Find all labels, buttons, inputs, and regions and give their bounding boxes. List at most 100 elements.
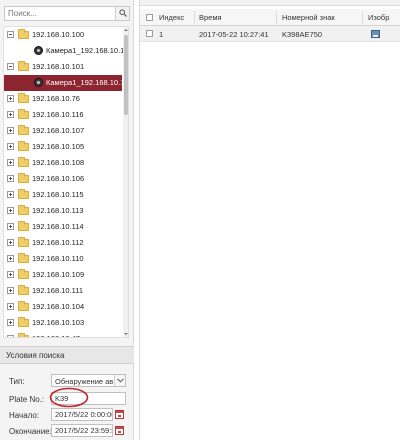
tree-item-camera[interactable]: Камера1_192.168.10.100 [4,43,128,59]
end-time-input[interactable] [51,424,113,437]
tree-item-label: 192.168.10.115 [32,190,84,199]
tree-item-device[interactable]: 192.168.10.112 [4,235,122,251]
tree-item-device[interactable]: 192.168.10.116 [4,107,122,123]
tree-item-device[interactable]: 192.168.10.110 [4,251,122,267]
tree-item-device[interactable]: 192.168.10.109 [4,267,122,283]
collapse-icon[interactable] [7,31,14,38]
search-input[interactable] [5,7,115,20]
tree-item-device[interactable]: 192.168.10.114 [4,219,122,235]
tree-item-device[interactable]: 192.168.10.108 [4,155,122,171]
folder-icon [18,109,29,119]
tree-item-label: 192.168.10.113 [32,206,84,215]
expand-icon[interactable] [7,223,14,230]
tree-item-device[interactable]: 192.168.10.76 [4,91,122,107]
scroll-up-arrow-icon[interactable] [123,27,128,33]
tree-item-label: Камера1_192.168.10.101 [46,78,129,87]
tree-item-label: 192.168.10.101 [32,62,85,71]
camera-icon [34,78,43,87]
image-icon[interactable] [371,30,380,38]
dropdown-arrow-icon[interactable] [114,375,125,386]
tree-item-label: 192.168.10.107 [32,126,85,135]
expand-icon[interactable] [7,239,14,246]
folder-icon [18,61,29,71]
tree-item-label: 192.168.10.100 [32,30,85,39]
select-all-checkbox[interactable] [146,14,153,21]
search-conditions-title: Условия поиска [6,351,65,360]
plate-highlight-circle [49,387,89,408]
tree-scrollbar[interactable] [123,27,128,337]
results-toolbar [140,0,400,6]
tree-item-device[interactable]: 192.168.10.105 [4,139,122,155]
folder-icon [18,205,29,215]
tree-item-label: 192.168.10.114 [32,222,84,231]
calendar-icon[interactable] [115,426,124,435]
folder-icon [18,173,29,183]
tree-item-label: 192.168.10.110 [32,254,84,263]
expand-icon[interactable] [7,191,14,198]
expand-icon[interactable] [7,207,14,214]
plate-label: Plate No.: [9,395,45,404]
expand-icon[interactable] [7,303,14,310]
tree-scroll-thumb[interactable] [124,35,128,115]
collapse-icon[interactable] [7,63,14,70]
calendar-icon[interactable] [115,410,124,419]
column-header-plate[interactable]: Номерной знак [282,13,335,22]
folder-icon [18,285,29,295]
folder-icon [18,269,29,279]
cell-time: 2017-05-22 10:27:41 [199,30,269,39]
row-checkbox[interactable] [146,30,153,37]
column-header-image[interactable]: Изобр [368,13,389,22]
tree-item-label: 192.168.10.106 [32,174,85,183]
folder-icon [18,157,29,167]
folder-icon [18,301,29,311]
tree-item-device[interactable]: 192.168.10.111 [4,283,122,299]
column-header-time[interactable]: Время [199,13,222,22]
tree-item-camera[interactable]: Камера1_192.168.10.101 [4,75,128,91]
folder-icon [18,333,29,337]
expand-icon[interactable] [7,127,14,134]
tree-item-device[interactable]: 192.168.10.104 [4,299,122,315]
expand-icon[interactable] [7,335,14,337]
column-divider[interactable] [276,11,277,24]
tree-item-device[interactable]: 192.168.10.106 [4,171,122,187]
expand-icon[interactable] [7,255,14,262]
scroll-down-arrow-icon[interactable] [123,331,128,337]
tree-item-label: 192.168.10.104 [32,302,85,311]
start-time-input[interactable] [51,408,113,421]
folder-icon [18,29,29,39]
tree-item-device[interactable]: 192.168.10.100 [4,27,122,43]
tree-item-device[interactable]: 192.168.10.103 [4,315,122,331]
folder-icon [18,317,29,327]
tree-item-device[interactable]: 192.168.10.101 [4,59,122,75]
tree-item-device[interactable]: 192.168.10.107 [4,123,122,139]
expand-icon[interactable] [7,175,14,182]
device-tree: 192.168.10.100 Камера1_192.168.10.100 192.… [3,26,129,338]
tree-item-device[interactable]: 192.168.10.115 [4,187,122,203]
column-divider[interactable] [362,11,363,24]
start-label: Начало: [9,411,40,420]
column-header-index[interactable]: Индекс [159,13,184,22]
expand-icon[interactable] [7,287,14,294]
folder-icon [18,253,29,263]
cell-index: 1 [159,30,164,39]
tree-item-label: 192.168.10.116 [32,110,84,119]
tree-item-device[interactable]: 192.168.10.113 [4,203,122,219]
expand-icon[interactable] [7,95,14,102]
tree-item-label: 192.168.10.47 [32,334,80,337]
tree-item-device[interactable]: 192.168.10.47 [4,331,122,337]
table-row[interactable]: 1 2017-05-22 10:27:41 K398AE750 [140,26,400,42]
expand-icon[interactable] [7,319,14,326]
expand-icon[interactable] [7,143,14,150]
tree-item-label: 192.168.10.105 [32,142,85,151]
type-select[interactable]: Обнаружение ав... [51,374,126,387]
tree-item-label: 192.168.10.111 [32,286,84,295]
folder-icon [18,125,29,135]
expand-icon[interactable] [7,111,14,118]
tree-item-label: 192.168.10.109 [32,270,85,279]
folder-icon [18,221,29,231]
search-button[interactable] [115,7,129,20]
column-divider[interactable] [194,11,195,24]
expand-icon[interactable] [7,159,14,166]
search-icon [119,9,127,17]
expand-icon[interactable] [7,271,14,278]
